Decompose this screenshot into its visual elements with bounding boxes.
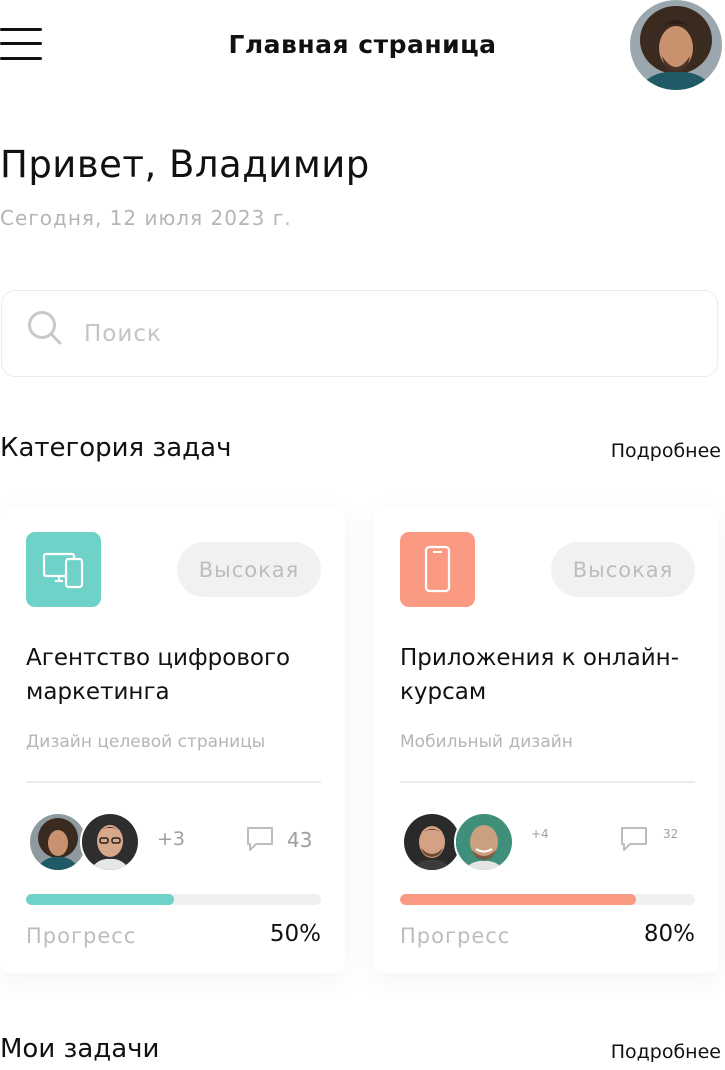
progress-bar bbox=[400, 894, 695, 905]
more-link-my-tasks[interactable]: Подробнее bbox=[611, 1041, 721, 1063]
member-avatar bbox=[454, 812, 514, 872]
priority-badge: Высокая bbox=[551, 542, 695, 597]
member-avatar bbox=[28, 812, 88, 872]
progress-value: 80% bbox=[643, 921, 695, 947]
progress-label: Прогресс bbox=[26, 924, 137, 948]
smartphone-icon bbox=[424, 545, 451, 593]
extra-members-count: +4 bbox=[531, 827, 549, 841]
card-title: Агентство цифрового маркетинга bbox=[26, 645, 291, 705]
extra-members-count: +3 bbox=[157, 828, 186, 850]
comment-icon bbox=[247, 827, 273, 851]
search-input[interactable] bbox=[82, 311, 686, 357]
progress-bar bbox=[26, 894, 321, 905]
progress-label: Прогресс bbox=[400, 924, 511, 948]
search-bar[interactable] bbox=[1, 290, 718, 377]
greeting-title: Привет, Владимир bbox=[0, 143, 370, 186]
comment-count: 43 bbox=[287, 828, 313, 852]
card-subtitle: Дизайн целевой страницы bbox=[26, 732, 266, 752]
card-subtitle: Мобильный дизайн bbox=[400, 732, 573, 752]
page-title: Главная страница bbox=[228, 30, 497, 59]
member-avatar bbox=[80, 812, 140, 872]
more-link-categories[interactable]: Подробнее bbox=[611, 440, 721, 462]
section-title-categories: Категория задач bbox=[0, 433, 232, 463]
comment-count: 32 bbox=[663, 827, 679, 841]
priority-badge: Высокая bbox=[177, 542, 321, 597]
card-divider bbox=[400, 781, 695, 783]
progress-bar-fill bbox=[26, 894, 174, 905]
progress-value: 50% bbox=[269, 921, 321, 947]
section-title-my-tasks: Мои задачи bbox=[0, 1034, 160, 1064]
card-icon-tile bbox=[400, 532, 475, 607]
card-divider bbox=[26, 781, 321, 783]
search-icon bbox=[28, 311, 62, 345]
task-category-card[interactable]: Высокая Приложения к онлайн-курсам Мобил… bbox=[374, 508, 719, 973]
user-avatar-image bbox=[630, 0, 722, 90]
card-icon-tile bbox=[26, 532, 101, 607]
current-date: Сегодня, 12 июля 2023 г. bbox=[0, 206, 292, 230]
devices-icon bbox=[42, 552, 84, 589]
comment-icon bbox=[621, 827, 647, 851]
user-avatar[interactable] bbox=[630, 0, 722, 90]
progress-bar-fill bbox=[400, 894, 636, 905]
card-title: Приложения к онлайн-курсам bbox=[400, 645, 680, 705]
member-avatar bbox=[402, 812, 462, 872]
task-category-card[interactable]: Высокая Агентство цифрового маркетинга Д… bbox=[0, 508, 345, 973]
